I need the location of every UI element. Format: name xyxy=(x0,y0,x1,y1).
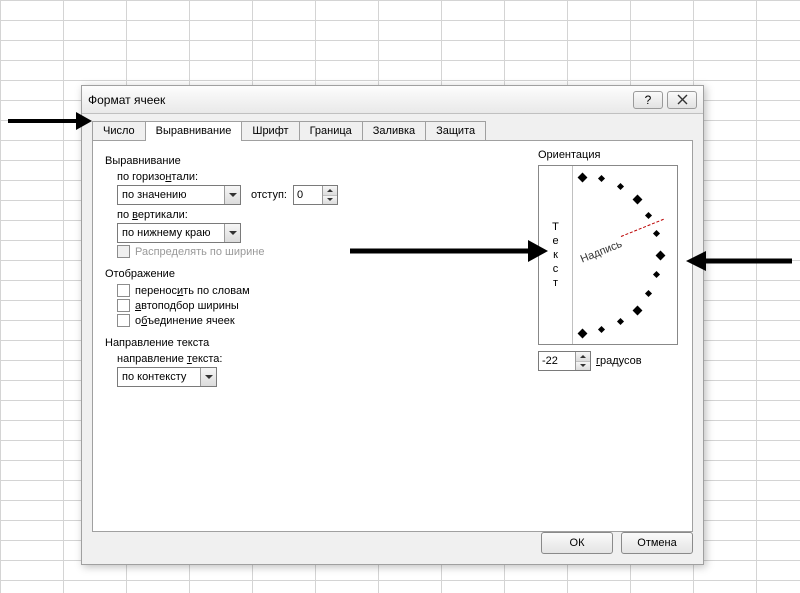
tab-alignment[interactable]: Выравнивание xyxy=(145,121,243,141)
orientation-label-text: Надпись xyxy=(579,238,624,266)
annotation-arrow-left xyxy=(6,110,92,132)
spin-down-icon xyxy=(323,196,337,205)
vertical-combo-value: по нижнему краю xyxy=(118,227,224,239)
orientation-dot xyxy=(598,175,605,182)
section-orientation: Ориентация xyxy=(538,149,678,161)
indent-label: отступ: xyxy=(251,189,287,201)
cancel-button[interactable]: Отмена xyxy=(621,532,693,554)
dialog-footer: ОК Отмена xyxy=(541,532,693,554)
indent-value: 0 xyxy=(294,186,322,204)
chevron-down-icon xyxy=(224,186,240,204)
orientation-dot xyxy=(655,250,665,260)
chevron-down-icon xyxy=(200,368,216,386)
orientation-control: Т е к с т Надпись xyxy=(538,165,678,345)
titlebar: Формат ячеек ? xyxy=(82,86,703,114)
orientation-dot xyxy=(598,326,605,333)
annotation-arrow-right xyxy=(686,248,794,274)
close-button[interactable] xyxy=(667,91,697,109)
tab-font[interactable]: Шрифт xyxy=(241,121,299,141)
format-cells-dialog: Формат ячеек ? Число Выравнивание Шрифт … xyxy=(81,85,704,565)
ok-button[interactable]: ОК xyxy=(541,532,613,554)
vertical-combo[interactable]: по нижнему краю xyxy=(117,223,241,243)
orientation-dot xyxy=(577,328,587,338)
spin-down-icon xyxy=(576,362,590,371)
orientation-dot xyxy=(645,289,652,296)
orientation-dot xyxy=(653,230,660,237)
orientation-dot xyxy=(645,211,652,218)
tab-fill[interactable]: Заливка xyxy=(362,121,426,141)
indent-spinner[interactable]: 0 xyxy=(293,185,338,205)
annotation-arrow-mid xyxy=(348,237,548,265)
tab-protection[interactable]: Защита xyxy=(425,121,486,141)
orientation-dot xyxy=(632,305,642,315)
orientation-dot xyxy=(653,271,660,278)
dialog-title: Формат ячеек xyxy=(88,93,629,107)
degrees-value: -22 xyxy=(539,352,575,370)
degrees-label: градусов xyxy=(596,355,642,367)
tab-alignment-body: Выравнивание по горизонтали: по значению… xyxy=(92,140,693,532)
degrees-spinner[interactable]: -22 xyxy=(538,351,591,371)
spin-up-icon xyxy=(576,352,590,362)
spin-up-icon xyxy=(323,186,337,196)
horizontal-combo[interactable]: по значению xyxy=(117,185,241,205)
textdir-value: по контексту xyxy=(118,371,200,383)
chevron-down-icon xyxy=(224,224,240,242)
tab-strip: Число Выравнивание Шрифт Граница Заливка… xyxy=(82,114,703,140)
textdir-combo[interactable]: по контексту xyxy=(117,367,217,387)
orientation-dot xyxy=(577,172,587,182)
horizontal-combo-value: по значению xyxy=(118,189,224,201)
orientation-dot xyxy=(632,195,642,205)
tab-border[interactable]: Граница xyxy=(299,121,363,141)
help-button[interactable]: ? xyxy=(633,91,663,109)
tab-number[interactable]: Число xyxy=(92,121,146,141)
orientation-dial[interactable]: Надпись xyxy=(573,166,677,344)
orientation-dot xyxy=(616,318,623,325)
orientation-dot xyxy=(616,183,623,190)
close-icon xyxy=(677,94,688,105)
orientation-panel: Ориентация Т е к с т Надпись -22 xyxy=(538,149,678,371)
